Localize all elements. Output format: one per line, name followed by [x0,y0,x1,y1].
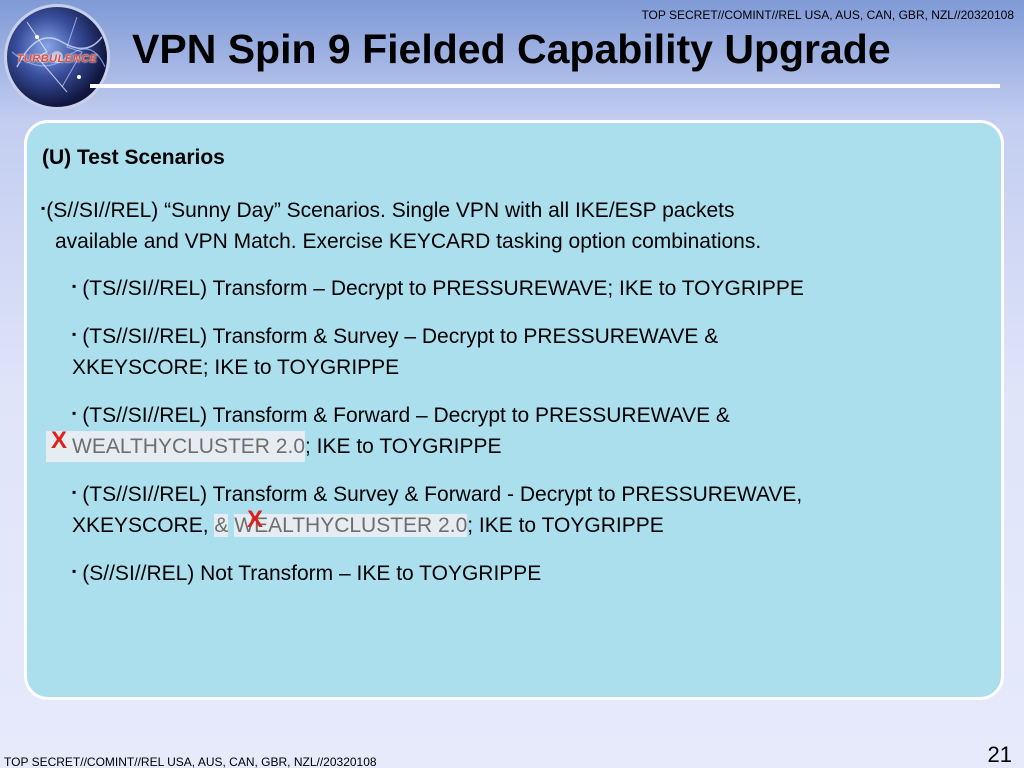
bullet-marker: ▪ [41,201,46,215]
classification-banner-bottom: TOP SECRET//COMINT//REL USA, AUS, CAN, G… [4,755,377,768]
bullet-marker: ▪ [72,279,77,293]
sub-bullet-not-transform: ▪ (S//SI//REL) Not Transform – IKE to TOY… [72,556,992,589]
redacted-ampersand: & [214,514,229,537]
sub-bullet-line-2-rest: ; IKE to TOYGRIPPE [467,514,664,537]
page-number: 21 [987,742,1012,767]
sub-bullet-line-2-start: XKEYSCORE, [72,514,215,537]
content-panel: (U) Test Scenarios ▪(S//SI//REL) “Sunny … [24,120,1004,700]
section-heading: (U) Test Scenarios [42,146,225,169]
logo-wordmark: TURBULENCE [16,53,98,65]
title-underline [90,84,1000,88]
sub-bullet-transform-survey-forward: ▪ (TS//SI//REL) Transform & Survey & Forw… [72,477,992,541]
main-bullet-line-2: available and VPN Match. Exercise KEYCAR… [55,230,762,253]
turbulence-logo: TURBULENCE [4,4,110,110]
sub-bullet-line-1: (S//SI//REL) Not Transform – IKE to TOYG… [82,562,542,585]
sub-bullet-line-1: (TS//SI//REL) Transform – Decrypt to PRE… [82,277,804,300]
sub-bullet-transform-forward: ▪ (TS//SI//REL) Transform & Forward – Dec… [46,398,992,462]
sub-bullet-transform: ▪ (TS//SI//REL) Transform – Decrypt to PR… [72,271,992,304]
sub-bullet-line-1: (TS//SI//REL) Transform & Survey & Forwa… [82,483,803,506]
sub-bullet-line-2: XKEYSCORE; IKE to TOYGRIPPE [72,356,400,379]
main-bullet: ▪(S//SI//REL) “Sunny Day” Scenarios. Sin… [41,193,971,257]
strike-x-mark: X [51,427,68,454]
bullet-marker: ▪ [72,406,77,420]
sub-bullet-transform-survey: ▪ (TS//SI//REL) Transform & Survey – Decr… [72,319,992,383]
redacted-text: WEALTHYCLUSTER 2.0 [234,514,468,537]
bullet-marker: ▪ [72,327,77,341]
bullet-marker: ▪ [72,564,77,578]
sub-bullet-line-1: (TS//SI//REL) Transform & Survey – Decry… [82,325,719,348]
strike-x-mark: X [247,506,264,533]
main-bullet-line-1: (S//SI//REL) “Sunny Day” Scenarios. Sing… [46,199,735,222]
page-title: VPN Spin 9 Fielded Capability Upgrade [132,26,891,72]
classification-banner-top: TOP SECRET//COMINT//REL USA, AUS, CAN, G… [641,8,1014,22]
sub-bullet-line-2-rest: ; IKE to TOYGRIPPE [305,435,502,458]
redacted-text: WEALTHYCLUSTER 2.0 [46,431,305,462]
bullet-marker: ▪ [72,485,77,499]
sub-bullet-line-1: (TS//SI//REL) Transform & Forward – Decr… [82,404,730,427]
